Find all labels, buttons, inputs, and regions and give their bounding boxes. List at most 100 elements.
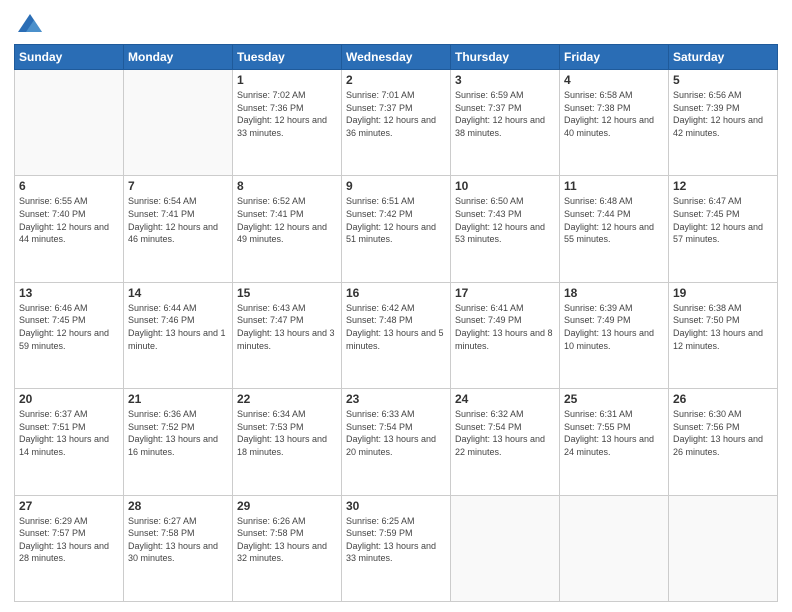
day-header-saturday: Saturday (669, 45, 778, 70)
day-info: Sunrise: 6:41 AM Sunset: 7:49 PM Dayligh… (455, 302, 555, 352)
day-number: 13 (19, 286, 119, 300)
day-number: 4 (564, 73, 664, 87)
day-info: Sunrise: 6:54 AM Sunset: 7:41 PM Dayligh… (128, 195, 228, 245)
day-info: Sunrise: 6:43 AM Sunset: 7:47 PM Dayligh… (237, 302, 337, 352)
calendar-cell: 23 Sunrise: 6:33 AM Sunset: 7:54 PM Dayli… (342, 389, 451, 495)
calendar-cell (451, 495, 560, 601)
header-row: SundayMondayTuesdayWednesdayThursdayFrid… (15, 45, 778, 70)
day-number: 7 (128, 179, 228, 193)
day-number: 10 (455, 179, 555, 193)
calendar-cell: 26Sunrise: 6:30 AM Sunset: 7:56 PM Dayli… (669, 389, 778, 495)
day-info: Sunrise: 6:51 AM Sunset: 7:42 PM Dayligh… (346, 195, 446, 245)
day-info: Sunrise: 6:50 AM Sunset: 7:43 PM Dayligh… (455, 195, 555, 245)
day-info: Sunrise: 6:56 AM Sunset: 7:39 PM Dayligh… (673, 89, 773, 139)
calendar-cell (560, 495, 669, 601)
day-info: Sunrise: 6:44 AM Sunset: 7:46 PM Dayligh… (128, 302, 228, 352)
logo-icon (16, 10, 44, 38)
calendar-cell: 20Sunrise: 6:37 AM Sunset: 7:51 PM Dayli… (15, 389, 124, 495)
day-info: Sunrise: 6:48 AM Sunset: 7:44 PM Dayligh… (564, 195, 664, 245)
day-info: Sunrise: 6:31 AM Sunset: 7:55 PM Dayligh… (564, 408, 664, 458)
day-info: Sunrise: 6:52 AM Sunset: 7:41 PM Dayligh… (237, 195, 337, 245)
calendar-cell: 17 Sunrise: 6:41 AM Sunset: 7:49 PM Dayli… (451, 282, 560, 388)
day-number: 9 (346, 179, 446, 193)
calendar-cell: 9 Sunrise: 6:51 AM Sunset: 7:42 PM Daylig… (342, 176, 451, 282)
day-number: 6 (19, 179, 119, 193)
day-number: 12 (673, 179, 773, 193)
day-number: 17 (455, 286, 555, 300)
calendar-cell (124, 70, 233, 176)
day-info: Sunrise: 6:27 AM Sunset: 7:58 PM Dayligh… (128, 515, 228, 565)
day-number: 20 (19, 392, 119, 406)
day-number: 14 (128, 286, 228, 300)
day-header-thursday: Thursday (451, 45, 560, 70)
calendar-cell: 1 Sunrise: 7:02 AM Sunset: 7:36 PM Daylig… (233, 70, 342, 176)
calendar-cell: 12Sunrise: 6:47 AM Sunset: 7:45 PM Dayli… (669, 176, 778, 282)
calendar-cell (15, 70, 124, 176)
calendar-week-4: 27Sunrise: 6:29 AM Sunset: 7:57 PM Dayli… (15, 495, 778, 601)
day-info: Sunrise: 6:58 AM Sunset: 7:38 PM Dayligh… (564, 89, 664, 139)
calendar-cell: 13 Sunrise: 6:46 AM Sunset: 7:45 PM Dayli… (15, 282, 124, 388)
calendar-cell (669, 495, 778, 601)
day-info: Sunrise: 6:34 AM Sunset: 7:53 PM Dayligh… (237, 408, 337, 458)
day-number: 18 (564, 286, 664, 300)
day-number: 30 (346, 499, 446, 513)
day-number: 27 (19, 499, 119, 513)
day-info: Sunrise: 6:46 AM Sunset: 7:45 PM Dayligh… (19, 302, 119, 352)
calendar-cell: 21 Sunrise: 6:36 AM Sunset: 7:52 PM Dayli… (124, 389, 233, 495)
day-info: Sunrise: 6:59 AM Sunset: 7:37 PM Dayligh… (455, 89, 555, 139)
day-header-monday: Monday (124, 45, 233, 70)
day-number: 8 (237, 179, 337, 193)
day-number: 19 (673, 286, 773, 300)
calendar-cell: 6 Sunrise: 6:55 AM Sunset: 7:40 PM Daylig… (15, 176, 124, 282)
day-number: 23 (346, 392, 446, 406)
day-number: 28 (128, 499, 228, 513)
calendar-week-2: 13 Sunrise: 6:46 AM Sunset: 7:45 PM Dayli… (15, 282, 778, 388)
day-number: 2 (346, 73, 446, 87)
day-info: Sunrise: 6:32 AM Sunset: 7:54 PM Dayligh… (455, 408, 555, 458)
calendar-cell: 14 Sunrise: 6:44 AM Sunset: 7:46 PM Dayli… (124, 282, 233, 388)
day-number: 1 (237, 73, 337, 87)
calendar-cell: 24Sunrise: 6:32 AM Sunset: 7:54 PM Dayli… (451, 389, 560, 495)
calendar-week-3: 20Sunrise: 6:37 AM Sunset: 7:51 PM Dayli… (15, 389, 778, 495)
calendar-body: 1 Sunrise: 7:02 AM Sunset: 7:36 PM Daylig… (15, 70, 778, 602)
calendar-header: SundayMondayTuesdayWednesdayThursdayFrid… (15, 45, 778, 70)
calendar-table: SundayMondayTuesdayWednesdayThursdayFrid… (14, 44, 778, 602)
day-header-tuesday: Tuesday (233, 45, 342, 70)
calendar-cell: 25 Sunrise: 6:31 AM Sunset: 7:55 PM Dayli… (560, 389, 669, 495)
calendar-cell: 8 Sunrise: 6:52 AM Sunset: 7:41 PM Daylig… (233, 176, 342, 282)
day-header-wednesday: Wednesday (342, 45, 451, 70)
day-info: Sunrise: 7:02 AM Sunset: 7:36 PM Dayligh… (237, 89, 337, 139)
calendar-cell: 2 Sunrise: 7:01 AM Sunset: 7:37 PM Daylig… (342, 70, 451, 176)
calendar-cell: 5Sunrise: 6:56 AM Sunset: 7:39 PM Daylig… (669, 70, 778, 176)
page: SundayMondayTuesdayWednesdayThursdayFrid… (0, 0, 792, 612)
calendar-cell: 15 Sunrise: 6:43 AM Sunset: 7:47 PM Dayli… (233, 282, 342, 388)
logo (14, 10, 44, 38)
day-number: 21 (128, 392, 228, 406)
calendar-cell: 18Sunrise: 6:39 AM Sunset: 7:49 PM Dayli… (560, 282, 669, 388)
day-info: Sunrise: 6:26 AM Sunset: 7:58 PM Dayligh… (237, 515, 337, 565)
calendar-cell: 30Sunrise: 6:25 AM Sunset: 7:59 PM Dayli… (342, 495, 451, 601)
day-number: 16 (346, 286, 446, 300)
day-number: 3 (455, 73, 555, 87)
day-number: 15 (237, 286, 337, 300)
day-info: Sunrise: 7:01 AM Sunset: 7:37 PM Dayligh… (346, 89, 446, 139)
calendar-cell: 28 Sunrise: 6:27 AM Sunset: 7:58 PM Dayli… (124, 495, 233, 601)
day-info: Sunrise: 6:36 AM Sunset: 7:52 PM Dayligh… (128, 408, 228, 458)
header (14, 10, 778, 38)
calendar-cell: 10 Sunrise: 6:50 AM Sunset: 7:43 PM Dayli… (451, 176, 560, 282)
calendar-week-0: 1 Sunrise: 7:02 AM Sunset: 7:36 PM Daylig… (15, 70, 778, 176)
calendar-cell: 29 Sunrise: 6:26 AM Sunset: 7:58 PM Dayli… (233, 495, 342, 601)
day-number: 26 (673, 392, 773, 406)
calendar-cell: 7 Sunrise: 6:54 AM Sunset: 7:41 PM Daylig… (124, 176, 233, 282)
day-number: 29 (237, 499, 337, 513)
calendar-cell: 3 Sunrise: 6:59 AM Sunset: 7:37 PM Daylig… (451, 70, 560, 176)
calendar-week-1: 6 Sunrise: 6:55 AM Sunset: 7:40 PM Daylig… (15, 176, 778, 282)
day-number: 22 (237, 392, 337, 406)
calendar-cell: 4 Sunrise: 6:58 AM Sunset: 7:38 PM Daylig… (560, 70, 669, 176)
day-number: 25 (564, 392, 664, 406)
day-info: Sunrise: 6:38 AM Sunset: 7:50 PM Dayligh… (673, 302, 773, 352)
day-info: Sunrise: 6:55 AM Sunset: 7:40 PM Dayligh… (19, 195, 119, 245)
calendar-cell: 11Sunrise: 6:48 AM Sunset: 7:44 PM Dayli… (560, 176, 669, 282)
day-info: Sunrise: 6:33 AM Sunset: 7:54 PM Dayligh… (346, 408, 446, 458)
day-info: Sunrise: 6:42 AM Sunset: 7:48 PM Dayligh… (346, 302, 446, 352)
